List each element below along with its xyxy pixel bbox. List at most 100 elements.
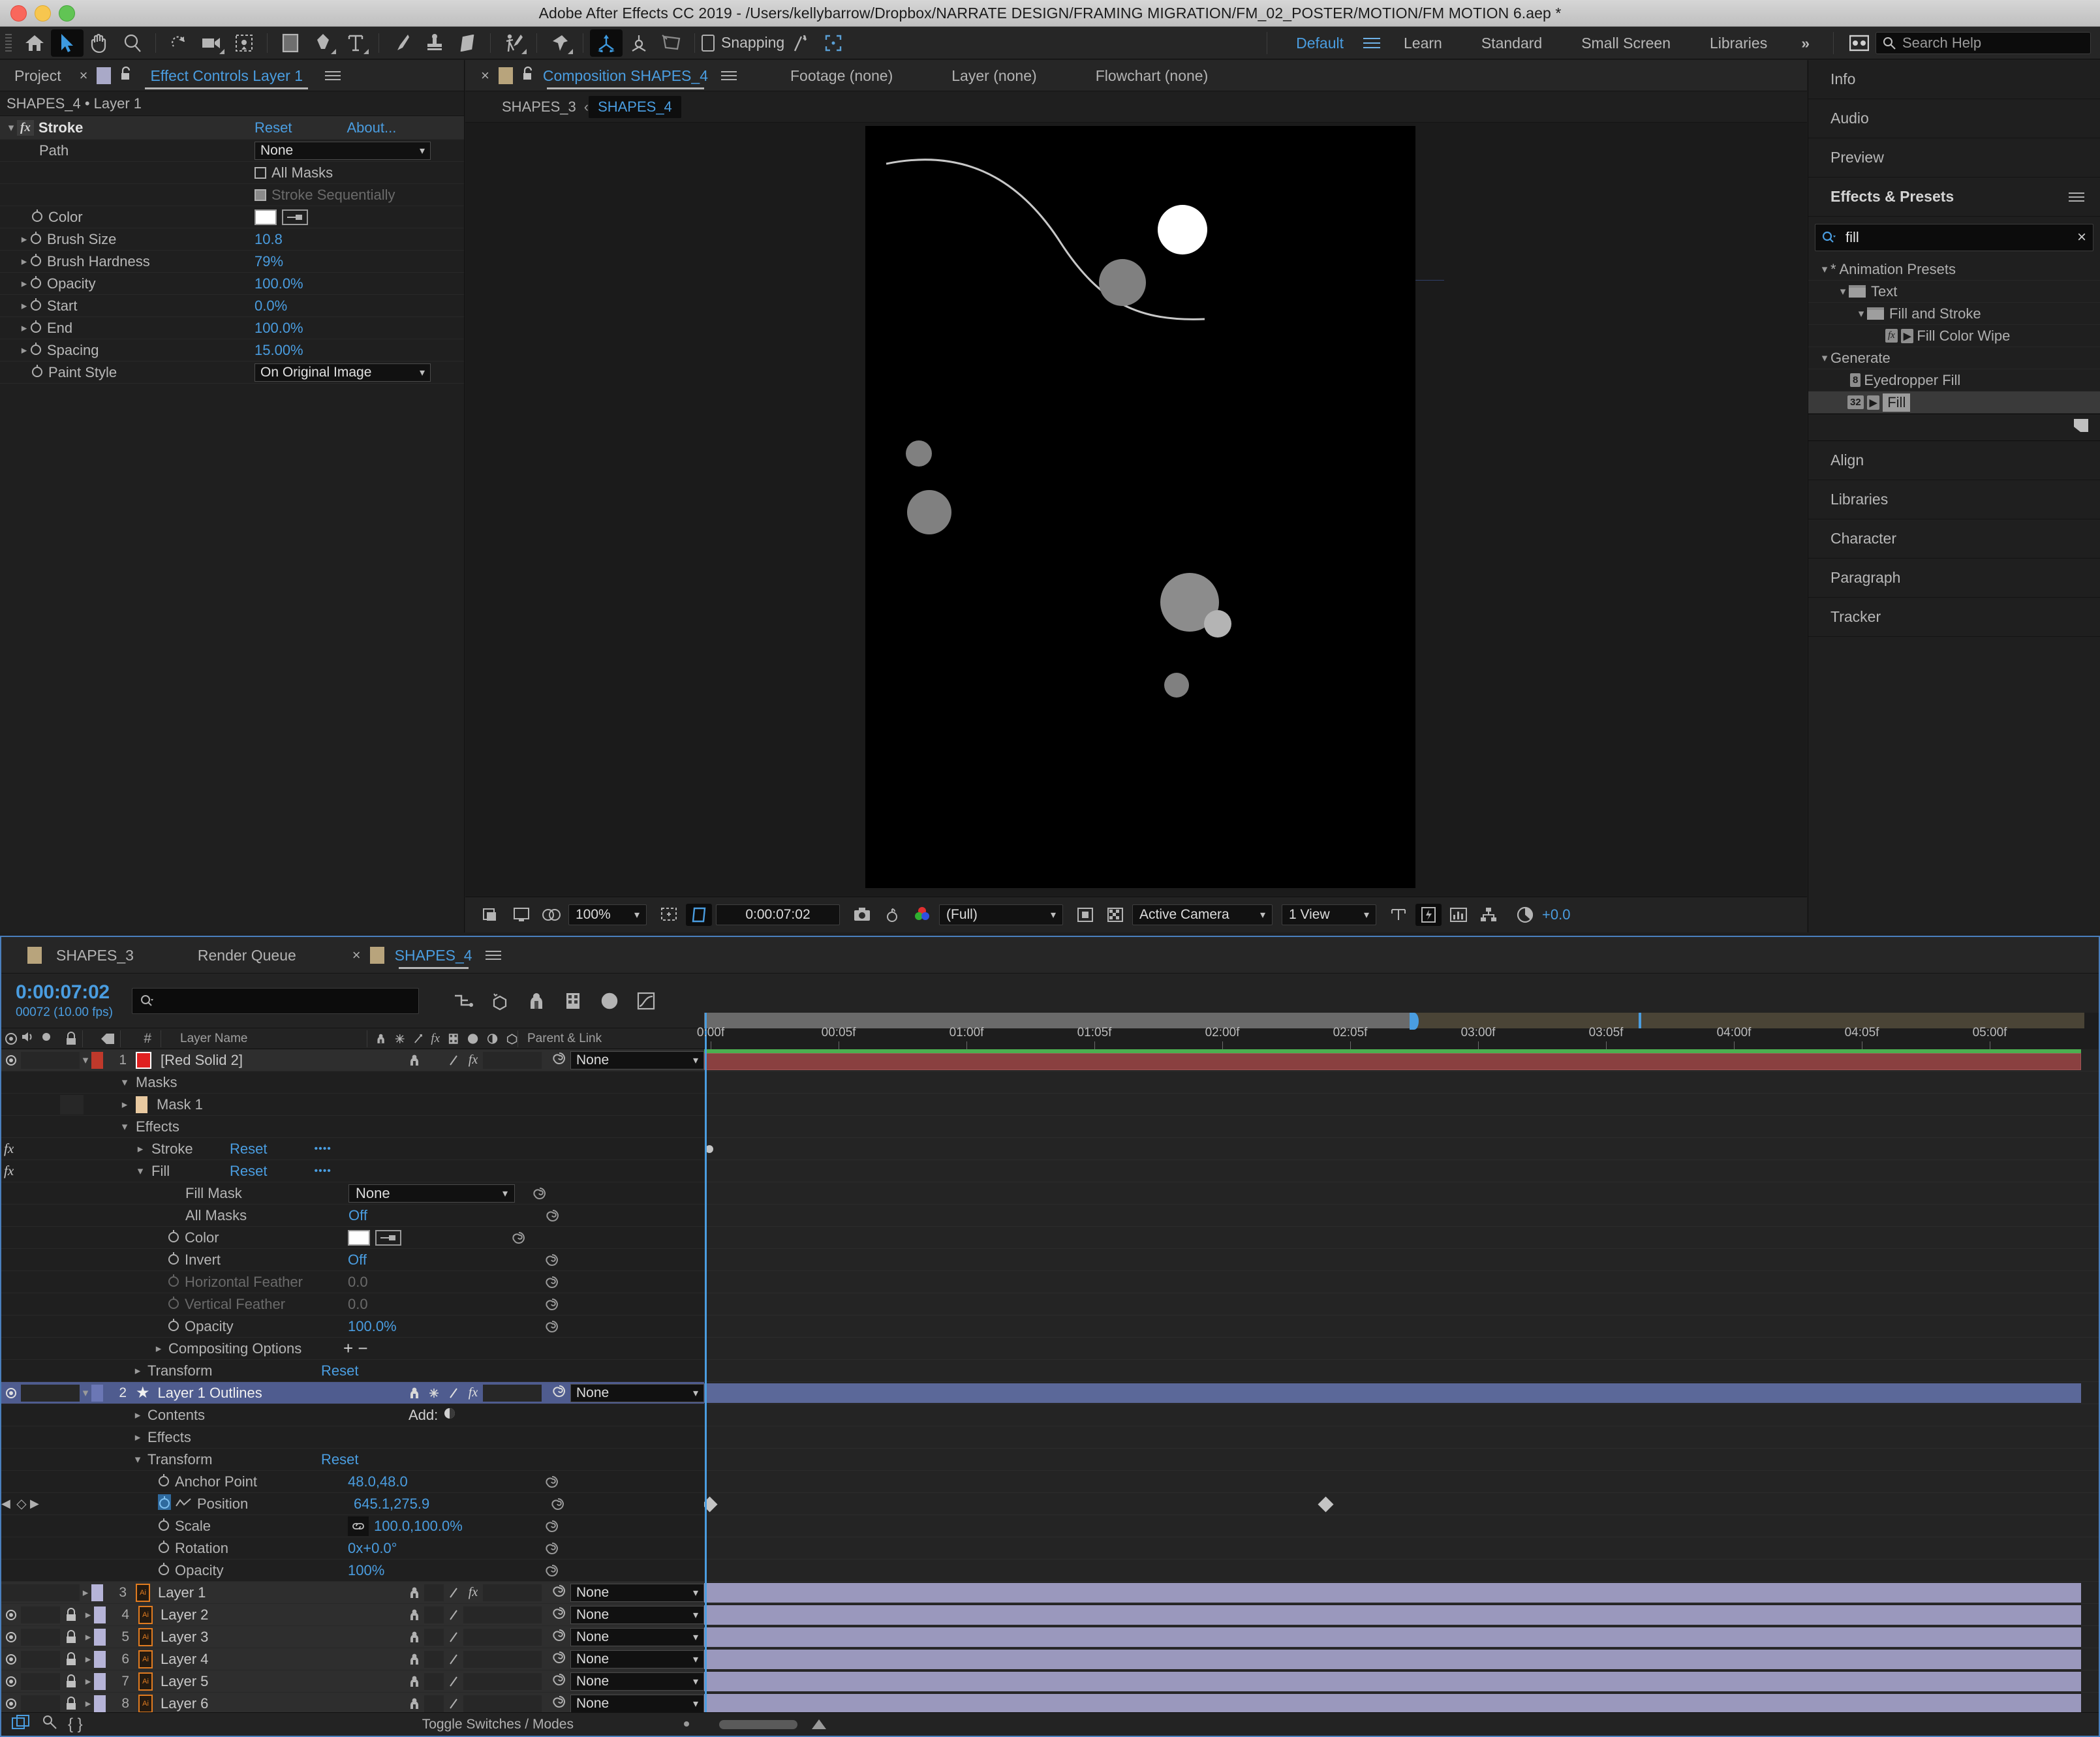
layer-visibility-toggle[interactable] [1,1584,21,1601]
layer-audio-toggle[interactable] [21,1673,40,1690]
eyedropper-icon[interactable] [375,1230,401,1246]
chevron-right-icon[interactable]: ▸ [82,1653,94,1666]
property-value[interactable]: 100.0% [348,1318,527,1335]
zoom-in-icon[interactable] [811,1717,827,1734]
layer-duration-bar[interactable] [704,1383,2081,1403]
shy-toggle[interactable] [405,1629,424,1646]
timeline-horizontal-scrollbar[interactable] [719,1720,797,1729]
property-value-brush-hardness[interactable]: 79% [255,253,283,270]
motion-blur-toggle[interactable] [502,1651,522,1668]
shape-tool-icon[interactable] [274,29,307,57]
adjustment-toggle[interactable] [522,1606,542,1623]
workspace-tab-libraries[interactable]: Libraries [1690,27,1787,59]
layer-solo-toggle[interactable] [40,1584,60,1601]
shy-toggle[interactable] [405,1584,424,1601]
effects-toggle[interactable] [463,1695,483,1712]
motion-blur-toggle[interactable] [502,1052,522,1069]
frame-blend-toggle[interactable] [483,1385,502,1402]
chevron-right-icon[interactable]: ▸ [80,1586,91,1599]
toolbar-grip[interactable] [5,34,12,52]
layer-color-swatch[interactable] [91,1385,103,1402]
panel-align[interactable]: Align [1808,441,2100,480]
region-of-interest-icon[interactable] [656,904,682,926]
property-value-end[interactable]: 100.0% [255,320,303,337]
frame-blend-toggle[interactable] [483,1629,502,1646]
layer-lock-toggle[interactable] [60,1385,80,1402]
layer-lock-toggle[interactable] [60,1052,80,1069]
parent-select[interactable]: None▾ [570,1628,704,1646]
exposure-icon[interactable] [1512,904,1538,926]
pan-behind-tool-icon[interactable] [228,29,260,57]
exposure-value[interactable]: +0.0 [1542,906,1570,923]
fill-color-swatch[interactable] [348,1230,370,1246]
property-value[interactable]: 48.0,48.0 [348,1473,527,1490]
stopwatch-icon[interactable] [30,319,47,337]
timeline-track-area[interactable] [704,1049,2099,1715]
motion-blur-toggle[interactable] [502,1385,522,1402]
color-swatch[interactable] [255,209,277,225]
mask-lock-toggle[interactable] [60,1095,84,1114]
frame-blend-toggle[interactable] [483,1584,502,1601]
layer-audio-toggle[interactable] [21,1651,40,1668]
close-icon[interactable]: × [348,947,365,964]
composition-viewer[interactable] [465,123,1807,888]
keyframe-navigator-icon[interactable] [539,1297,565,1312]
layer-color-swatch[interactable] [91,1584,103,1601]
tab-effect-controls[interactable]: Effect Controls Layer 1 [136,60,317,91]
region-icon[interactable] [1072,904,1098,926]
quality-toggle[interactable] [444,1606,463,1623]
layer-visibility-toggle[interactable] [1,1675,21,1688]
panel-menu-icon[interactable] [2069,192,2084,202]
keyframe-navigator-icon[interactable] [539,1253,565,1267]
magnification-select[interactable]: 100% ▾ [568,904,647,925]
layer-color-swatch[interactable] [94,1629,106,1646]
keyframe-navigator-icon[interactable] [506,1231,532,1245]
tab-composition[interactable]: Composition SHAPES_4 [538,60,713,91]
effect-compositing-dots[interactable]: •••• [314,1143,331,1155]
comp-switches-icon[interactable] [12,1714,30,1735]
chevron-down-icon[interactable]: ▾ [119,1076,131,1089]
quality-toggle[interactable] [444,1629,463,1646]
property-value-opacity[interactable]: 100.0% [255,275,303,292]
transform-reset-button[interactable]: Reset [321,1362,358,1379]
channel-rgb-icon[interactable] [538,904,564,926]
search-help-input[interactable]: Search Help [1876,32,2091,54]
layer-name[interactable]: Layer 6 [161,1695,208,1712]
camera-view-select[interactable]: Active Camera ▾ [1132,904,1273,925]
property-value[interactable]: 0x+0.0° [348,1540,527,1557]
stopwatch-icon[interactable] [30,297,47,315]
stopwatch-icon[interactable] [168,1317,185,1336]
close-icon[interactable]: × [76,67,92,84]
layer-visibility-toggle[interactable] [1,1608,21,1622]
effects-toggle[interactable]: fx [463,1385,483,1402]
expression-icon[interactable]: { } [68,1715,83,1734]
property-value-spacing[interactable]: 15.00% [255,342,303,359]
composition-mini-flowchart-icon[interactable] [445,987,482,1015]
chevron-right-icon[interactable]: ▸ [132,1431,144,1444]
panel-audio[interactable]: Audio [1808,99,2100,138]
layer-name[interactable]: Layer 5 [161,1673,208,1690]
snap-bounds-icon[interactable] [817,29,850,57]
table-row[interactable]: fx ▸ Stroke Reset •••• [1,1138,704,1160]
home-icon[interactable] [18,29,51,57]
property-value[interactable]: 100.0,100.0% [374,1518,463,1535]
layer-duration-bar[interactable] [704,1605,2081,1625]
layer-name[interactable]: Layer 1 Outlines [158,1385,262,1402]
lock-icon[interactable] [522,67,534,85]
chevron-right-icon[interactable]: ▸ [18,255,30,268]
keyframe-marker[interactable] [1318,1496,1333,1512]
tree-item-fill-color-wipe[interactable]: fx ▶ Fill Color Wipe [1808,325,2100,347]
current-time-indicator[interactable] [705,1013,707,1715]
table-row[interactable]: ▸ 6 Ai Layer 4 None▾ [1,1648,704,1670]
quality-toggle[interactable] [444,1651,463,1668]
panel-info[interactable]: Info [1808,60,2100,99]
stopwatch-icon[interactable] [158,1473,175,1491]
shy-toggle[interactable] [405,1606,424,1623]
motion-blur-toggle[interactable] [502,1606,522,1623]
panel-paragraph[interactable]: Paragraph [1808,559,2100,598]
keyframe-navigator-icon[interactable] [539,1319,565,1334]
parent-pick-whip-icon[interactable] [548,1051,570,1069]
pen-tool-icon[interactable] [307,29,339,57]
keyframe-navigator-icon[interactable] [527,1186,553,1201]
layer-visibility-toggle[interactable] [1,1054,21,1067]
